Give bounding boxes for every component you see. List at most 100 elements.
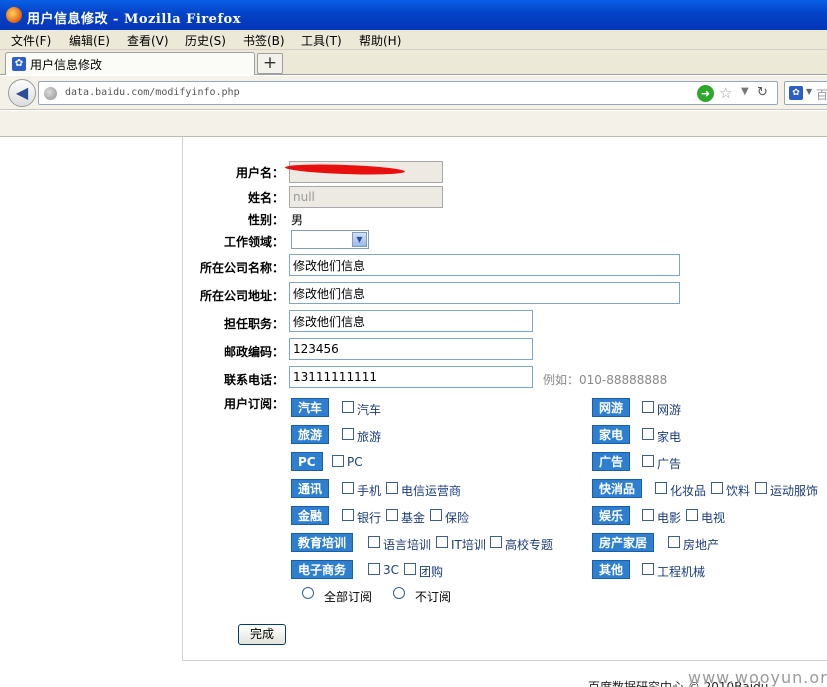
category-real-estate: 房产家居 <box>592 533 655 552</box>
menu-bookmarks[interactable]: 书签(B) <box>243 32 285 49</box>
work-field-label: 工作领域： <box>223 235 284 249</box>
tab-user-info[interactable]: ✿ 用户信息修改 <box>5 52 255 75</box>
radio-subscribe-none[interactable] <box>393 587 405 599</box>
option-college: 高校专题 <box>505 538 554 552</box>
company-name-label: 所在公司名称： <box>199 261 284 275</box>
navigation-bar: ◀ data.baidu.com/modifyinfo.php ➜ ☆ ▼ ↻ … <box>0 76 827 110</box>
checkbox-phone[interactable] <box>342 482 354 494</box>
option-fund: 基金 <box>401 511 426 525</box>
new-tab-button[interactable]: + <box>257 53 283 74</box>
radio-subscribe-all[interactable] <box>302 587 314 599</box>
checkbox-real-estate[interactable] <box>668 536 680 548</box>
menu-history[interactable]: 历史(S) <box>185 32 226 49</box>
category-car: 汽车 <box>291 398 330 417</box>
checkbox-insurance[interactable] <box>430 509 442 521</box>
option-language: 语言培训 <box>383 538 432 552</box>
zip-code-field[interactable] <box>289 338 533 360</box>
url-text: data.baidu.com/modifyinfo.php <box>65 87 240 98</box>
company-name-field[interactable] <box>289 254 680 276</box>
tab-bar: ✿ 用户信息修改 + <box>0 50 827 75</box>
menu-edit[interactable]: 编辑(E) <box>69 32 110 49</box>
option-engineering: 工程机械 <box>657 565 706 579</box>
checkbox-appliances[interactable] <box>642 428 654 440</box>
bookmark-star-icon[interactable]: ☆ <box>719 84 732 102</box>
window-title: 用户信息修改 - Mozilla Firefox <box>27 12 241 27</box>
search-engine-dropdown-icon[interactable]: ▼ <box>806 87 812 96</box>
submit-button[interactable]: 完成 <box>238 624 286 645</box>
globe-icon <box>44 87 57 100</box>
option-car: 汽车 <box>357 403 382 417</box>
checkbox-college[interactable] <box>490 536 502 548</box>
option-it: IT培训 <box>451 538 486 552</box>
phone-field[interactable] <box>289 366 533 388</box>
zip-code-label: 邮政编码： <box>223 345 284 359</box>
checkbox-movies[interactable] <box>642 509 654 521</box>
checkbox-bank[interactable] <box>342 509 354 521</box>
search-engine-icon[interactable]: ✿ <box>789 86 803 100</box>
checkbox-cosmetics[interactable] <box>655 482 667 494</box>
work-field-select[interactable]: ▼ <box>291 230 369 249</box>
search-box[interactable]: ✿ ▼ 百 <box>784 81 827 105</box>
option-online-games: 网游 <box>657 403 682 417</box>
checkbox-advertising[interactable] <box>642 455 654 467</box>
firefox-logo-icon <box>6 7 22 23</box>
back-button[interactable]: ◀ <box>8 79 36 107</box>
checkbox-sportswear[interactable] <box>755 482 767 494</box>
checkbox-online-games[interactable] <box>642 401 654 413</box>
category-other: 其他 <box>592 560 631 579</box>
baidu-paw-icon: ✿ <box>12 57 26 71</box>
position-label: 担任职务： <box>223 317 284 331</box>
option-bank: 银行 <box>357 511 382 525</box>
category-finance: 金融 <box>291 506 330 525</box>
go-arrow-icon[interactable]: ➜ <box>697 85 714 102</box>
menu-bar: 文件(F) 编辑(E) 查看(V) 历史(S) 书签(B) 工具(T) 帮助(H… <box>0 30 827 50</box>
history-dropdown-icon[interactable]: ▼ <box>741 86 749 97</box>
category-online-games: 网游 <box>592 398 631 417</box>
username-label: 用户名： <box>235 166 284 180</box>
gender-label: 性别： <box>247 213 284 227</box>
checkbox-carrier[interactable] <box>386 482 398 494</box>
phone-hint: 例如：010-88888888 <box>543 373 668 387</box>
menu-file[interactable]: 文件(F) <box>11 32 51 49</box>
checkbox-it[interactable] <box>436 536 448 548</box>
option-groupbuy: 团购 <box>419 565 444 579</box>
category-entertainment: 娱乐 <box>592 506 631 525</box>
checkbox-fund[interactable] <box>386 509 398 521</box>
watermark: www.wooyun.org <box>688 668 827 687</box>
category-fmcg: 快消品 <box>592 479 643 498</box>
category-advertising: 广告 <box>592 452 631 471</box>
option-sportswear: 运动服饰 <box>770 484 819 498</box>
menu-view[interactable]: 查看(V) <box>127 32 169 49</box>
menu-help[interactable]: 帮助(H) <box>359 32 401 49</box>
menu-tools[interactable]: 工具(T) <box>301 32 342 49</box>
checkbox-pc[interactable] <box>332 455 344 467</box>
checkbox-engineering[interactable] <box>642 563 654 575</box>
checkbox-car[interactable] <box>342 401 354 413</box>
option-pc: PC <box>347 455 363 469</box>
name-label: 姓名： <box>247 191 284 205</box>
checkbox-beverages[interactable] <box>711 482 723 494</box>
reload-icon[interactable]: ↻ <box>757 85 768 100</box>
option-advertising: 广告 <box>657 457 682 471</box>
position-field[interactable] <box>289 310 533 332</box>
checkbox-tv[interactable] <box>686 509 698 521</box>
company-address-field[interactable] <box>289 282 680 304</box>
checkbox-3c[interactable] <box>368 563 380 575</box>
gender-value: 男 <box>291 213 304 227</box>
name-field[interactable] <box>289 186 443 208</box>
title-bar: 用户信息修改 - Mozilla Firefox <box>0 0 827 30</box>
page-content <box>0 137 827 687</box>
checkbox-language[interactable] <box>368 536 380 548</box>
option-travel: 旅游 <box>357 430 382 444</box>
tab-title: 用户信息修改 <box>30 58 103 72</box>
category-pc: PC <box>291 452 323 471</box>
checkbox-groupbuy[interactable] <box>404 563 416 575</box>
phone-label: 联系电话： <box>223 373 284 387</box>
option-cosmetics: 化妆品 <box>670 484 707 498</box>
company-address-label: 所在公司地址： <box>199 289 284 303</box>
option-beverages: 饮料 <box>726 484 751 498</box>
option-appliances: 家电 <box>657 430 682 444</box>
checkbox-travel[interactable] <box>342 428 354 440</box>
url-bar[interactable]: data.baidu.com/modifyinfo.php ➜ ☆ ▼ ↻ <box>38 81 778 105</box>
option-phone: 手机 <box>357 484 382 498</box>
